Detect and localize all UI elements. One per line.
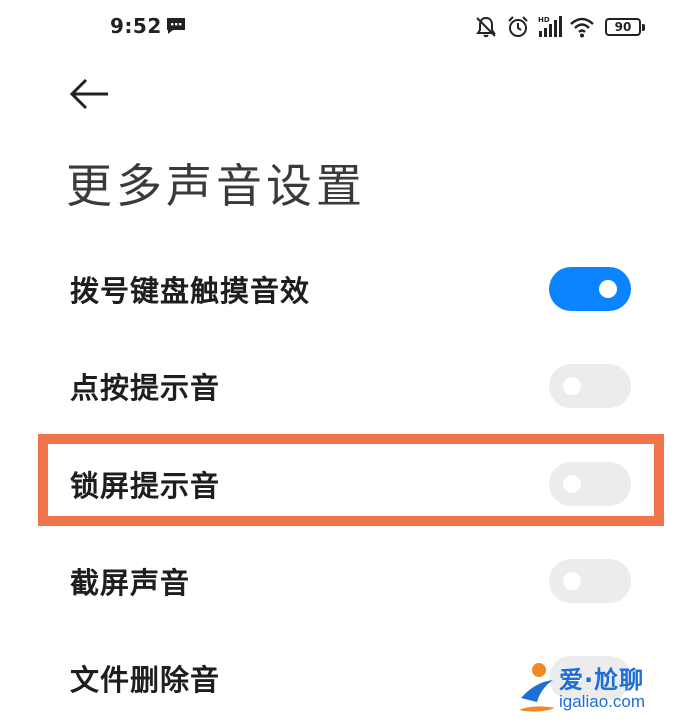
setting-row-lock-screen-sound[interactable]: 锁屏提示音 [0, 436, 693, 532]
status-icons: HD 90 [473, 12, 645, 42]
setting-row-dialpad-touch-sound[interactable]: 拨号键盘触摸音效 [0, 241, 693, 337]
setting-label: 锁屏提示音 [70, 469, 221, 503]
watermark-logo-icon [519, 663, 555, 712]
tap-sound-toggle[interactable] [549, 364, 631, 408]
screen: 9:52 HD 90 更多声音设置 拨号键盘触摸音效 点按提示音 锁屏提示音 截… [0, 0, 693, 726]
setting-label: 拨号键盘触摸音效 [70, 274, 311, 308]
mute-bell-icon [476, 16, 496, 38]
setting-label: 点按提示音 [70, 371, 221, 405]
dialpad-touch-sound-toggle[interactable] [549, 267, 631, 311]
message-icon [167, 18, 185, 34]
toggle-knob [563, 377, 581, 395]
toggle-knob [599, 280, 617, 298]
hd-signal-icon: HD [538, 16, 562, 37]
alarm-icon [508, 16, 528, 37]
watermark: 爱·尬聊 igaliao.com [515, 658, 685, 720]
battery-icon: 90 [605, 18, 645, 36]
setting-row-tap-sound[interactable]: 点按提示音 [0, 338, 693, 434]
watermark-cn: 爱·尬聊 [559, 666, 645, 694]
page-title: 更多声音设置 [66, 159, 366, 213]
status-time: 9:52 [110, 14, 162, 38]
setting-row-screenshot-sound[interactable]: 截屏声音 [0, 533, 693, 629]
lock-screen-sound-toggle[interactable] [549, 462, 631, 506]
toggle-knob [563, 475, 581, 493]
svg-text:HD: HD [538, 16, 550, 24]
toggle-knob [563, 572, 581, 590]
watermark-en: igaliao.com [559, 692, 645, 711]
setting-label: 截屏声音 [70, 566, 191, 600]
battery-level: 90 [614, 20, 632, 34]
status-bar: 9:52 HD 90 [0, 0, 693, 56]
back-arrow-icon[interactable] [66, 74, 112, 114]
setting-label: 文件删除音 [70, 663, 221, 697]
wifi-icon [570, 17, 594, 38]
screenshot-sound-toggle[interactable] [549, 559, 631, 603]
